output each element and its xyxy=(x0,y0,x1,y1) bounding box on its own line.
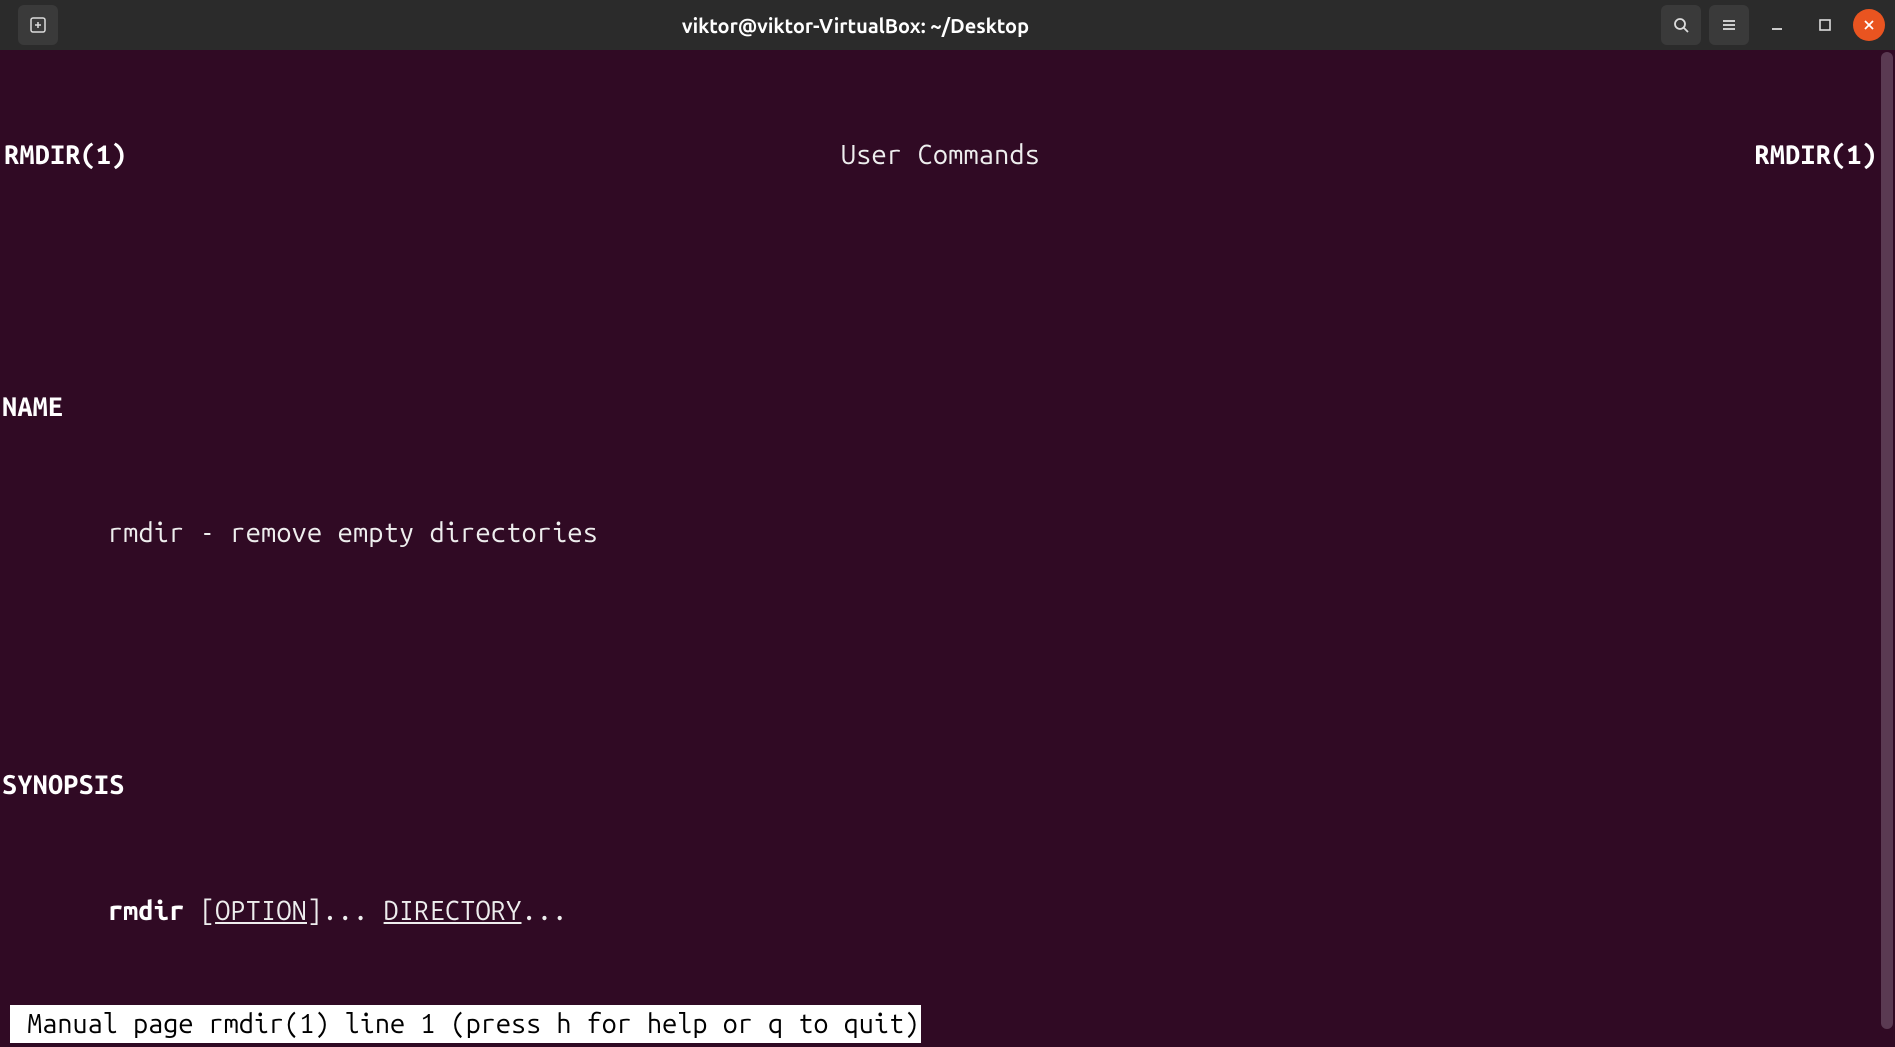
minimize-button[interactable] xyxy=(1757,5,1797,45)
scrollbar-track[interactable] xyxy=(1879,50,1895,1047)
section-synopsis-heading: SYNOPSIS xyxy=(2,764,1895,806)
new-tab-icon xyxy=(28,15,48,35)
maximize-button[interactable] xyxy=(1805,5,1845,45)
man-status-line: Manual page rmdir(1) line 1 (press h for… xyxy=(10,1005,921,1043)
synopsis-option: OPTION xyxy=(215,896,307,926)
synopsis-tail: ... xyxy=(522,896,568,926)
synopsis-mid: ]... xyxy=(307,896,384,926)
close-button[interactable] xyxy=(1853,9,1885,41)
man-header-row: RMDIR(1) User Commands RMDIR(1) xyxy=(2,134,1895,176)
man-header-right: RMDIR(1) xyxy=(1754,134,1877,176)
synopsis-line: rmdir [OPTION]... DIRECTORY... xyxy=(2,890,1895,932)
section-name-heading: NAME xyxy=(2,386,1895,428)
synopsis-cmd: rmdir xyxy=(108,896,185,926)
titlebar: viktor@viktor-VirtualBox: ~/Desktop xyxy=(0,0,1895,50)
window-title: viktor@viktor-VirtualBox: ~/Desktop xyxy=(682,14,1029,37)
maximize-icon xyxy=(1817,17,1833,33)
man-page-content: RMDIR(1) User Commands RMDIR(1) NAME rmd… xyxy=(0,50,1895,1047)
minimize-icon xyxy=(1769,17,1785,33)
menu-button[interactable] xyxy=(1709,5,1749,45)
new-tab-button[interactable] xyxy=(18,5,58,45)
man-header-left: RMDIR(1) xyxy=(4,134,127,176)
hamburger-icon xyxy=(1720,16,1738,34)
man-header-center: User Commands xyxy=(841,134,1040,176)
close-icon xyxy=(1862,18,1876,32)
name-line: rmdir - remove empty directories xyxy=(2,512,1895,554)
synopsis-directory: DIRECTORY xyxy=(384,896,522,926)
search-button[interactable] xyxy=(1661,5,1701,45)
scrollbar-thumb[interactable] xyxy=(1881,52,1893,1029)
terminal-viewport[interactable]: RMDIR(1) User Commands RMDIR(1) NAME rmd… xyxy=(0,50,1895,1047)
synopsis-open: [ xyxy=(184,896,215,926)
search-icon xyxy=(1672,16,1690,34)
